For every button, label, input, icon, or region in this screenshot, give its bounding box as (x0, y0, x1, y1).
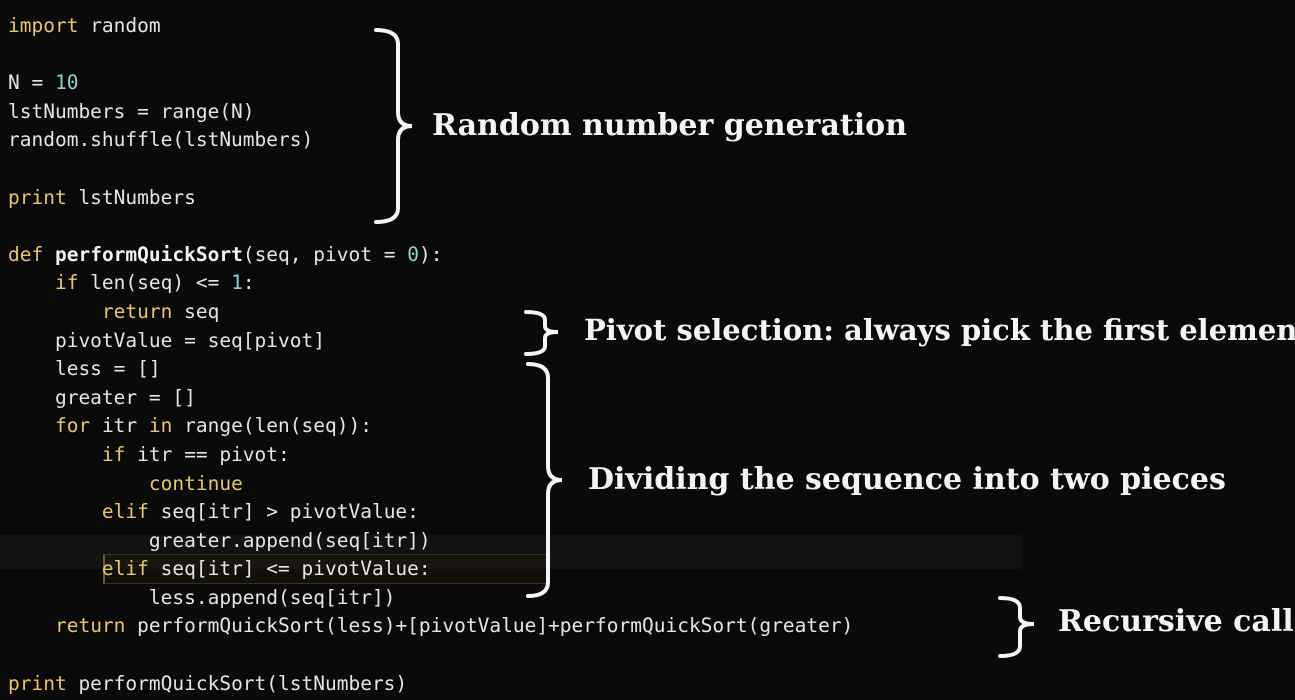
annotation-pivot-selection: Pivot selection: always pick the first e… (584, 313, 1295, 347)
annotation-recursive-calls: Recursive calls (1058, 604, 1295, 639)
bracket-pivot-selection (524, 310, 559, 356)
annotation-random-generation: Random number generation (432, 108, 908, 143)
bracket-random-generation (374, 28, 413, 224)
bracket-recursive-calls (998, 596, 1035, 658)
annotation-dividing-sequence: Dividing the sequence into two pieces (588, 462, 1226, 497)
bracket-dividing-sequence (526, 362, 563, 598)
annotation-brackets (374, 28, 1035, 658)
